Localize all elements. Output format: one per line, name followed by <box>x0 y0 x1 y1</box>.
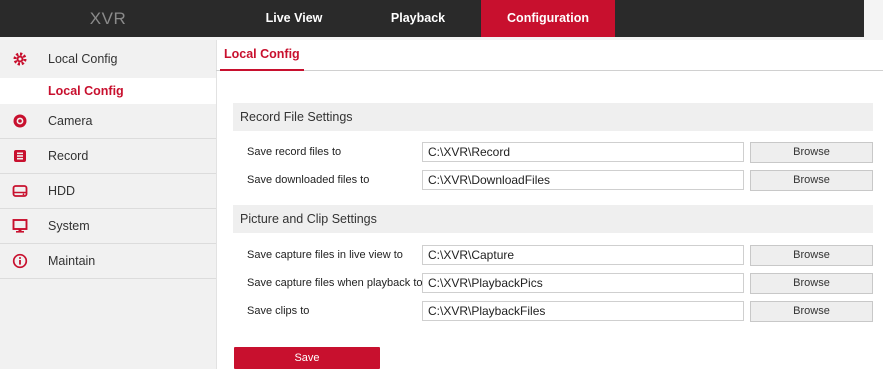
gear-icon <box>12 51 28 67</box>
sidebar-item-camera[interactable]: Camera <box>0 104 216 139</box>
sidebar-item-label: Maintain <box>48 254 96 268</box>
record-icon <box>12 148 28 164</box>
download-path-field[interactable] <box>422 170 744 190</box>
tab-live-view[interactable]: Live View <box>253 0 335 37</box>
clips-browse-button[interactable]: Browse <box>750 301 873 322</box>
camera-icon <box>12 113 28 129</box>
section-title: Record File Settings <box>240 110 353 124</box>
section-title: Picture and Clip Settings <box>240 212 377 226</box>
sidebar: Local Config Local Config Camera Record <box>0 40 217 369</box>
sidebar-item-label: HDD <box>48 184 76 198</box>
tab-local-config[interactable]: Local Config <box>220 40 304 71</box>
tab-configuration[interactable]: Configuration <box>481 0 615 37</box>
record-path-field[interactable] <box>422 142 744 162</box>
clips-path-label: Save clips to <box>247 305 310 317</box>
sidebar-item-label: Local Config <box>48 52 118 66</box>
capture-liveview-path-label: Save capture files in live view to <box>247 249 403 261</box>
sidebar-subitem-local-config[interactable]: Local Config <box>0 78 216 104</box>
content-tab-bar: Local Config <box>216 40 883 71</box>
sidebar-item-hdd[interactable]: HDD <box>0 174 216 209</box>
top-nav: XVR Live View Playback Configuration <box>0 0 864 37</box>
capture-playback-path-field[interactable] <box>422 273 744 293</box>
capture-liveview-path-field[interactable] <box>422 245 744 265</box>
sidebar-item-maintain[interactable]: Maintain <box>0 244 216 279</box>
sidebar-item-label: Record <box>48 149 89 163</box>
picture-clip-settings-header: Picture and Clip Settings <box>233 205 873 233</box>
app-logo: XVR <box>89 9 127 28</box>
tab-playback[interactable]: Playback <box>373 0 463 37</box>
sidebar-subitem-label: Local Config <box>48 84 124 98</box>
sidebar-item-label: Camera <box>48 114 93 128</box>
record-path-label: Save record files to <box>247 146 342 158</box>
hdd-icon <box>12 183 28 199</box>
capture-liveview-browse-button[interactable]: Browse <box>750 245 873 266</box>
sidebar-item-system[interactable]: System <box>0 209 216 244</box>
record-file-settings-header: Record File Settings <box>233 103 873 131</box>
sidebar-item-local-config[interactable]: Local Config <box>0 42 216 76</box>
download-path-label: Save downloaded files to <box>247 174 370 186</box>
sidebar-item-label: System <box>48 219 90 233</box>
top-bar: XVR Live View Playback Configuration <box>0 0 883 40</box>
download-browse-button[interactable]: Browse <box>750 170 873 191</box>
save-button[interactable]: Save <box>234 347 380 369</box>
clips-path-field[interactable] <box>422 301 744 321</box>
info-icon <box>12 253 28 269</box>
record-browse-button[interactable]: Browse <box>750 142 873 163</box>
capture-playback-browse-button[interactable]: Browse <box>750 273 873 294</box>
capture-playback-path-label: Save capture files when playback to <box>247 277 423 289</box>
sidebar-item-record[interactable]: Record <box>0 139 216 174</box>
monitor-icon <box>12 218 28 234</box>
